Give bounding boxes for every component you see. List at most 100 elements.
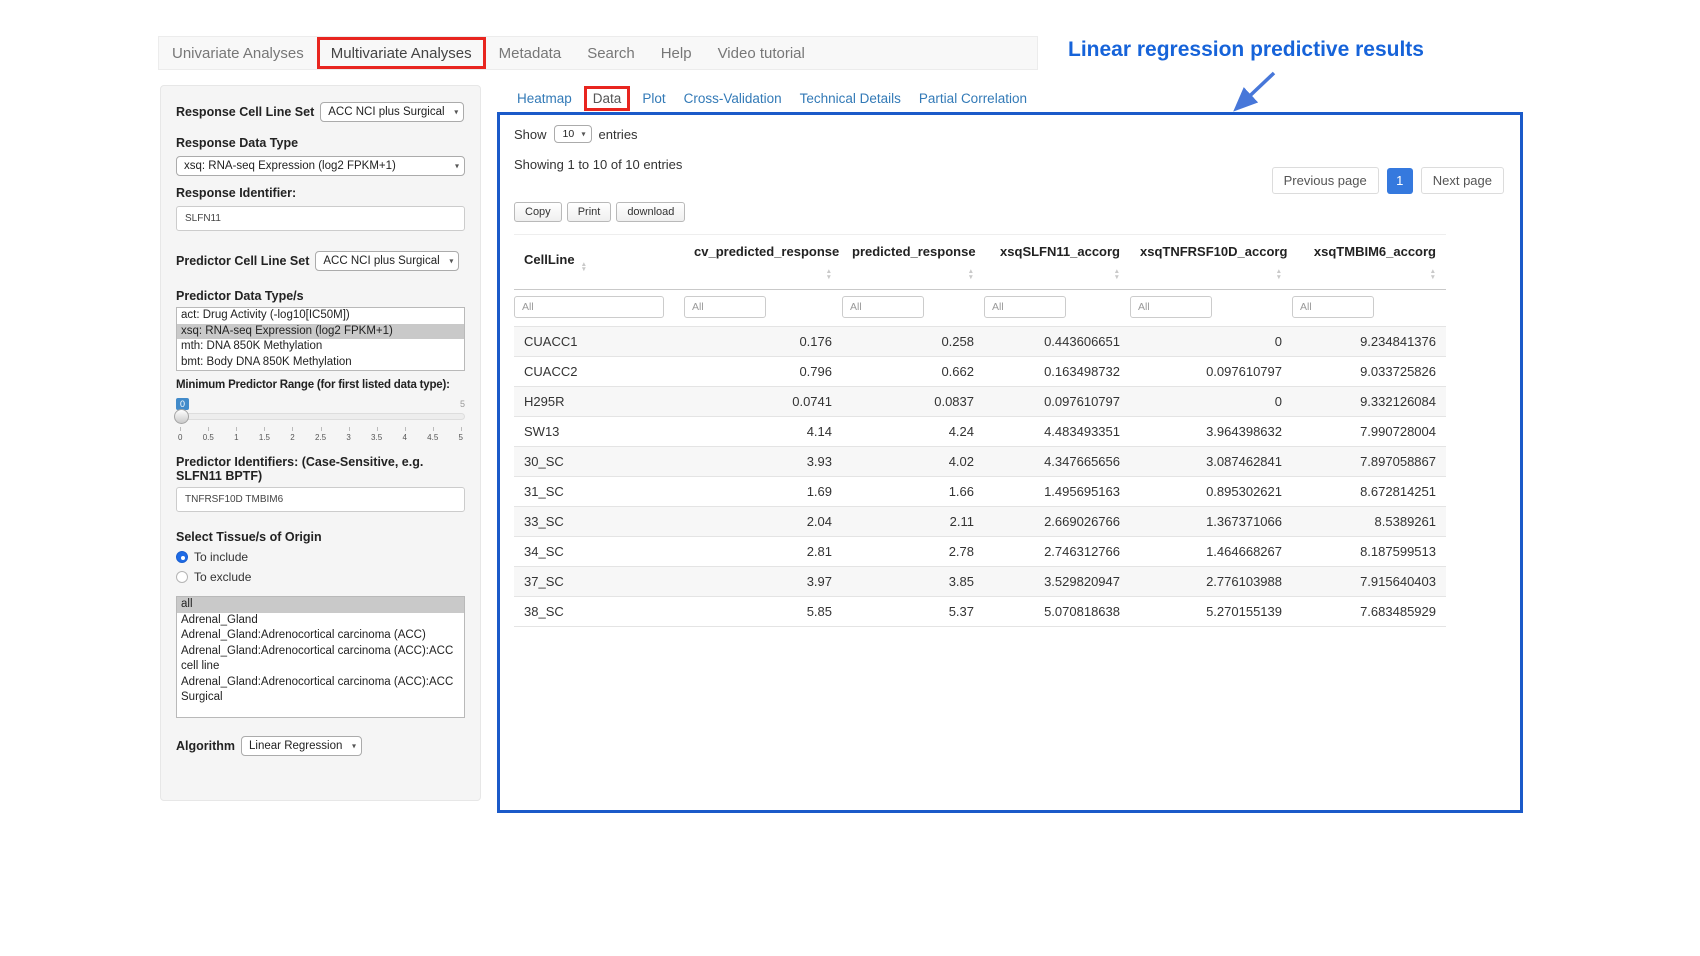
nav-item-univariate-analyses[interactable]: Univariate Analyses	[159, 37, 317, 69]
table-row[interactable]: SW134.144.244.4834933513.9643986327.9907…	[514, 417, 1446, 447]
table-row[interactable]: 33_SC2.042.112.6690267661.3673710668.538…	[514, 507, 1446, 537]
column-filter-xsqtnfrsf10d-accorg[interactable]	[1130, 296, 1212, 318]
column-filter-xsqtmbim6-accorg[interactable]	[1292, 296, 1374, 318]
option-adrenal-gland-adrenocortical-carcinoma-acc-acc-cell-line[interactable]: Adrenal_Gland:Adrenocortical carcinoma (…	[177, 644, 464, 675]
sort-icon[interactable]: ▲▼	[1430, 269, 1436, 280]
column-header-predicted-response[interactable]: predicted_response▲▼	[842, 235, 984, 290]
table-row[interactable]: 30_SC3.934.024.3476656563.0874628417.897…	[514, 447, 1446, 477]
table-cell: 8.187599513	[1292, 537, 1446, 567]
response-identifier-label: Response Identifier:	[176, 186, 465, 200]
nav-item-search[interactable]: Search	[574, 37, 648, 69]
tab-partial-correlation[interactable]: Partial Correlation	[910, 86, 1036, 111]
table-filter-row	[514, 290, 1446, 327]
table-row[interactable]: 31_SC1.691.661.4956951630.8953026218.672…	[514, 477, 1446, 507]
response-identifier-input[interactable]	[176, 206, 465, 231]
sort-icon[interactable]: ▲▼	[1276, 269, 1282, 280]
slider-handle[interactable]	[174, 409, 189, 424]
previous-page-button[interactable]: Previous page	[1272, 167, 1379, 194]
table-row[interactable]: 38_SC5.855.375.0708186385.2701551397.683…	[514, 597, 1446, 627]
column-header-label: xsqTNFRSF10D_accorg	[1140, 244, 1287, 259]
print-button[interactable]: Print	[567, 202, 612, 222]
tab-data[interactable]: Data	[584, 86, 631, 111]
option-adrenal-gland[interactable]: Adrenal_Gland	[177, 613, 464, 629]
nav-item-multivariate-analyses[interactable]: Multivariate Analyses	[317, 37, 486, 69]
nav-item-metadata[interactable]: Metadata	[486, 37, 575, 69]
table-row[interactable]: CUACC20.7960.6620.1634987320.0976107979.…	[514, 357, 1446, 387]
column-filter-predicted-response[interactable]	[842, 296, 924, 318]
table-cell: 31_SC	[514, 477, 684, 507]
option-act-drug-activity-log10-ic50m[interactable]: act: Drug Activity (-log10[IC50M])	[177, 308, 464, 324]
sort-icon[interactable]: ▲▼	[581, 262, 587, 273]
column-header-label: cv_predicted_response	[694, 244, 839, 259]
slider-track[interactable]	[176, 413, 465, 420]
result-panel: Show 10 ▾ entries Showing 1 to 10 of 10 …	[497, 112, 1523, 813]
table-row[interactable]: CUACC10.1760.2580.44360665109.234841376	[514, 327, 1446, 357]
nav-item-help[interactable]: Help	[648, 37, 705, 69]
pagination: Previous page 1 Next page	[1272, 167, 1504, 194]
predictor-identifiers-input[interactable]	[176, 487, 465, 512]
radio-label: To include	[194, 550, 248, 564]
sort-icon[interactable]: ▲▼	[826, 269, 832, 280]
table-cell: 3.85	[842, 567, 984, 597]
current-page-button[interactable]: 1	[1387, 168, 1413, 194]
option-bmt-body-dna-850k-methylation[interactable]: bmt: Body DNA 850K Methylation	[177, 355, 464, 371]
column-filter-cellline[interactable]	[514, 296, 664, 318]
tab-cross-validation[interactable]: Cross-Validation	[675, 86, 791, 111]
table-cell: 1.367371066	[1130, 507, 1292, 537]
predictor-cell-line-set-label: Predictor Cell Line Set	[176, 254, 309, 268]
predictor-data-types-listbox: act: Drug Activity (-log10[IC50M])xsq: R…	[176, 307, 465, 371]
sidebar: Response Cell Line Set ACC NCI plus Surg…	[160, 85, 481, 801]
radio-icon	[176, 551, 188, 563]
show-entries-control: Show 10 ▾ entries	[514, 125, 1506, 143]
tab-plot[interactable]: Plot	[633, 86, 674, 111]
response-cell-line-set-field: Response Cell Line Set ACC NCI plus Surg…	[176, 102, 465, 122]
predictor-cell-line-set-select[interactable]: ACC NCI plus Surgical	[315, 251, 459, 271]
column-filter-xsqslfn11-accorg[interactable]	[984, 296, 1066, 318]
table-cell: 4.14	[684, 417, 842, 447]
download-button[interactable]: download	[616, 202, 685, 222]
column-header-xsqslfn11-accorg[interactable]: xsqSLFN11_accorg▲▼	[984, 235, 1130, 290]
table-cell: 0.163498732	[984, 357, 1130, 387]
nav-item-video-tutorial[interactable]: Video tutorial	[705, 37, 818, 69]
table-cell: 3.964398632	[1130, 417, 1292, 447]
algorithm-select[interactable]: Linear Regression	[241, 736, 362, 756]
table-row[interactable]: H295R0.07410.08370.09761079709.332126084	[514, 387, 1446, 417]
sort-icon[interactable]: ▲▼	[968, 269, 974, 280]
table-cell: 2.669026766	[984, 507, 1130, 537]
table-cell: 2.746312766	[984, 537, 1130, 567]
option-adrenal-gland-adrenocortical-carcinoma-acc-acc-surgical[interactable]: Adrenal_Gland:Adrenocortical carcinoma (…	[177, 675, 464, 706]
radio-to-include[interactable]: To include	[176, 550, 465, 564]
option-xsq-rna-seq-expression-log2-fpkm-1[interactable]: xsq: RNA-seq Expression (log2 FPKM+1)	[177, 324, 464, 340]
column-header-cellline[interactable]: CellLine▲▼	[514, 235, 684, 290]
slider-tick: 2.5	[315, 427, 326, 442]
show-entries-select[interactable]: 10	[554, 125, 592, 143]
tab-heatmap[interactable]: Heatmap	[508, 86, 581, 111]
response-data-type-select[interactable]: xsq: RNA-seq Expression (log2 FPKM+1)	[176, 156, 465, 176]
column-header-cv-predicted-response[interactable]: cv_predicted_response ▲▼	[684, 235, 842, 290]
tab-technical-details[interactable]: Technical Details	[791, 86, 910, 111]
sort-icon[interactable]: ▲▼	[1114, 269, 1120, 280]
next-page-button[interactable]: Next page	[1421, 167, 1504, 194]
table-cell: 8.672814251	[1292, 477, 1446, 507]
option-adrenal-gland-adrenocortical-carcinoma-acc[interactable]: Adrenal_Gland:Adrenocortical carcinoma (…	[177, 628, 464, 644]
slider-tick: 3.5	[371, 427, 382, 442]
table-cell: 5.070818638	[984, 597, 1130, 627]
table-cell: 0	[1130, 387, 1292, 417]
response-cell-line-set-select[interactable]: ACC NCI plus Surgical	[320, 102, 464, 122]
predictor-data-types-label: Predictor Data Type/s	[176, 289, 465, 303]
table-cell: 0.796	[684, 357, 842, 387]
table-cell: 2.04	[684, 507, 842, 537]
copy-button[interactable]: Copy	[514, 202, 562, 222]
table-row[interactable]: 37_SC3.973.853.5298209472.7761039887.915…	[514, 567, 1446, 597]
radio-to-exclude[interactable]: To exclude	[176, 570, 465, 584]
table-cell: 0.097610797	[984, 387, 1130, 417]
table-cell: 0.0741	[684, 387, 842, 417]
column-header-xsqtmbim6-accorg[interactable]: xsqTMBIM6_accorg▲▼	[1292, 235, 1446, 290]
option-all[interactable]: all	[177, 597, 464, 613]
table-cell: 38_SC	[514, 597, 684, 627]
column-header-xsqtnfrsf10d-accorg[interactable]: xsqTNFRSF10D_accorg ▲▼	[1130, 235, 1292, 290]
table-cell: 3.087462841	[1130, 447, 1292, 477]
table-row[interactable]: 34_SC2.812.782.7463127661.4646682678.187…	[514, 537, 1446, 567]
option-mth-dna-850k-methylation[interactable]: mth: DNA 850K Methylation	[177, 339, 464, 355]
column-filter-cv-predicted-response[interactable]	[684, 296, 766, 318]
